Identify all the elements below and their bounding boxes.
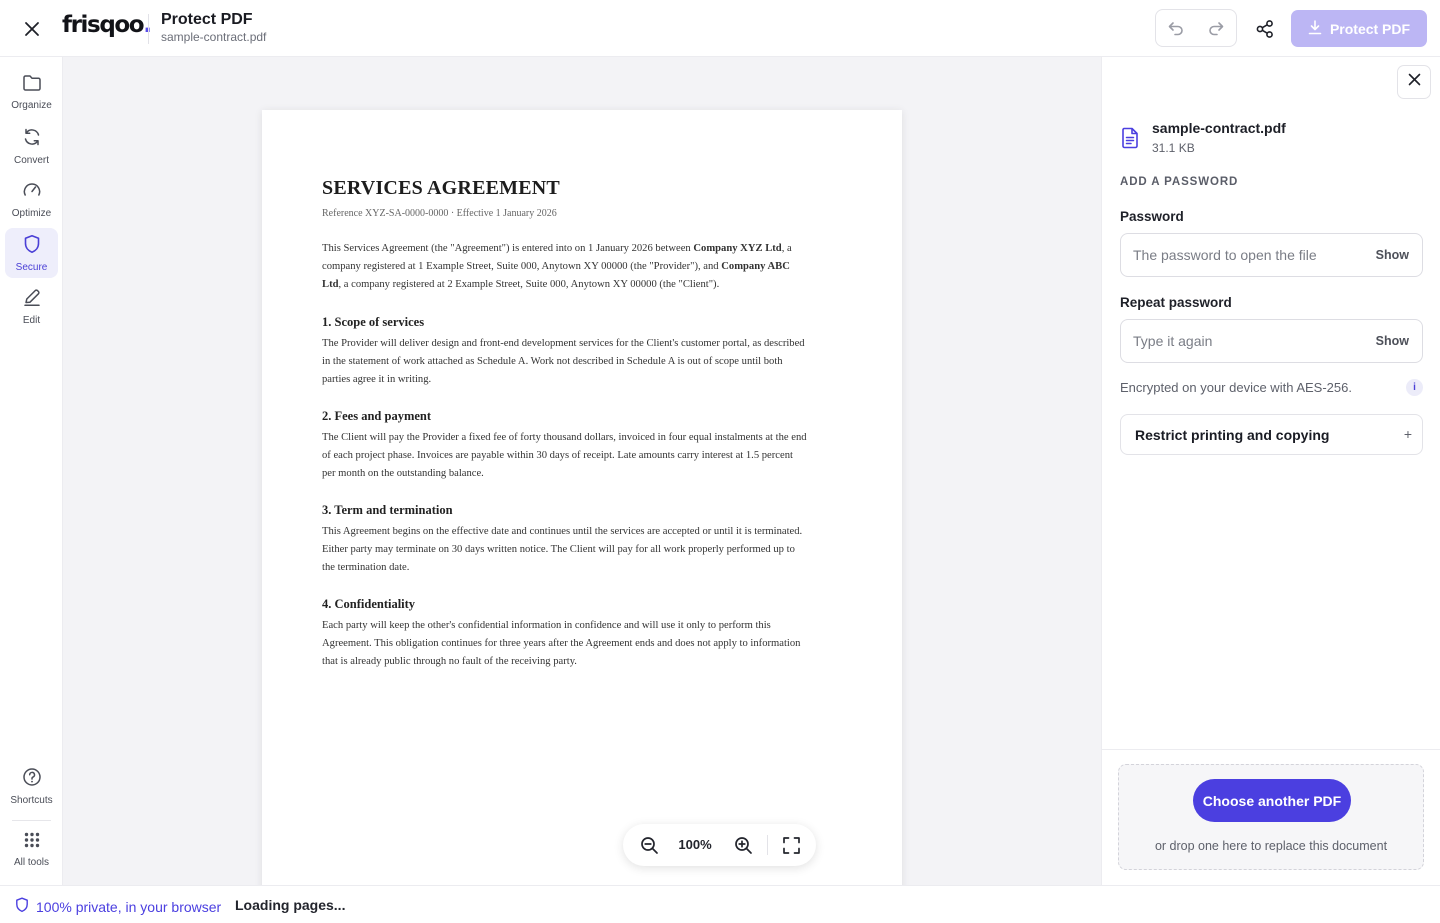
section-heading: 3. Term and termination <box>322 503 453 517</box>
fullscreen-icon[interactable] <box>779 833 803 857</box>
repeat-password-label: Repeat password <box>1120 295 1232 310</box>
protect-panel: sample-contract.pdf 31.1 KB ADD A PASSWO… <box>1101 57 1440 885</box>
zoom-separator <box>767 835 768 855</box>
file-document-icon <box>1120 127 1140 154</box>
section-body: Each party will keep the other's confide… <box>322 620 801 667</box>
rail-item-label: Shortcuts <box>10 794 53 806</box>
zoom-out-icon[interactable] <box>637 833 661 857</box>
repeat-password-input[interactable] <box>1133 320 1363 362</box>
rail-item-label: All tools <box>13 856 49 868</box>
section-heading: 4. Confidentiality <box>322 597 416 611</box>
grid-icon <box>23 831 41 854</box>
section-body: This Agreement begins on the effective d… <box>322 526 803 573</box>
rail-item-label: Optimize <box>11 207 52 219</box>
zoom-in-icon[interactable] <box>731 833 755 857</box>
rail-divider <box>12 820 51 821</box>
logo[interactable]: frisqoo. <box>62 12 152 38</box>
close-panel-button[interactable] <box>1397 65 1431 99</box>
section-title: ADD A PASSWORD <box>1120 176 1239 188</box>
encryption-note: Encrypted on your device with AES-256. <box>1120 380 1352 395</box>
rail-item-optimize[interactable]: Optimize <box>5 174 58 224</box>
info-icon[interactable]: i <box>1406 379 1423 396</box>
rail-item-label: Secure <box>15 261 48 273</box>
rail-item-secure[interactable]: Secure <box>5 228 58 278</box>
shield-icon <box>15 897 29 916</box>
folder-icon <box>22 74 42 97</box>
restrict-label: Restrict printing and copying <box>1135 427 1330 443</box>
top-bar: frisqoo. Protect PDF sample-contract.pdf… <box>0 0 1440 57</box>
rail-item-label: Edit <box>22 314 41 326</box>
shield-icon <box>23 234 41 259</box>
protect-pdf-label: Protect PDF <box>1329 20 1411 37</box>
gauge-icon <box>22 180 42 205</box>
section-heading: 1. Scope of services <box>322 315 425 329</box>
show-password-button[interactable]: Show <box>1376 248 1409 262</box>
rail-item-label: Convert <box>13 154 49 166</box>
intro-line: This Services Agreement (the "Agreement"… <box>322 243 792 254</box>
loading-status: Loading pages... <box>235 897 346 913</box>
password-field: Show <box>1120 233 1423 277</box>
privacy-indicator: 100% private, in your browser <box>15 897 221 916</box>
redo-icon[interactable] <box>1196 10 1236 46</box>
password-label: Password <box>1120 209 1184 224</box>
rail-item-all-tools[interactable]: All tools <box>5 824 58 874</box>
privacy-text: 100% private, in your browser <box>36 898 222 915</box>
close-icon[interactable] <box>18 15 46 43</box>
repeat-password-field: Show <box>1120 319 1423 363</box>
file-size: 31.1 KB <box>1152 141 1195 155</box>
plus-icon: + <box>1403 426 1412 442</box>
section-body: The Provider will deliver design and fro… <box>322 338 805 385</box>
zoom-toolbar: 100% <box>623 824 816 866</box>
choose-another-pdf-button[interactable]: Choose another PDF <box>1193 779 1351 822</box>
title-divider <box>148 14 149 44</box>
rail-item-organize[interactable]: Organize <box>5 67 58 117</box>
drop-zone[interactable]: Choose another PDF or drop one here to r… <box>1118 764 1424 870</box>
close-icon <box>1408 73 1421 91</box>
share-icon[interactable] <box>1250 14 1280 44</box>
document-canvas[interactable]: SERVICES AGREEMENT Reference XYZ-SA-0000… <box>63 57 1101 885</box>
section-body: The Client will pay the Provider a fixed… <box>322 432 807 479</box>
status-bar: 100% private, in your browser Loading pa… <box>0 885 1440 923</box>
pencil-icon <box>22 287 42 312</box>
drop-hint: or drop one here to replace this documen… <box>1154 839 1388 853</box>
rail-item-edit[interactable]: Edit <box>5 281 58 331</box>
document-title: SERVICES AGREEMENT <box>322 177 560 199</box>
refresh-icon <box>22 127 42 152</box>
help-circle-icon <box>22 767 42 792</box>
rail-item-convert[interactable]: Convert <box>5 121 58 171</box>
file-name: sample-contract.pdf <box>1152 120 1286 136</box>
zoom-level[interactable]: 100% <box>673 837 717 852</box>
undo-redo-group <box>1155 9 1237 47</box>
document-reference: Reference XYZ-SA-0000-0000 · Effective 1… <box>322 208 557 219</box>
show-repeat-password-button[interactable]: Show <box>1376 334 1409 348</box>
intro-line: Ltd, a company registered at 2 Example S… <box>322 278 720 290</box>
download-icon <box>1308 19 1322 38</box>
page-title: Protect PDF <box>161 11 253 28</box>
intro-line: company registered at 1 Example Street, … <box>322 260 790 272</box>
section-heading: 2. Fees and payment <box>322 409 432 423</box>
document-intro: This Services Agreement (the "Agreement"… <box>322 240 842 293</box>
password-input[interactable] <box>1133 234 1363 276</box>
file-subtitle: sample-contract.pdf <box>161 30 267 44</box>
panel-divider <box>1102 749 1440 750</box>
undo-icon[interactable] <box>1156 10 1196 46</box>
left-rail: Organize Convert Optimize Secure Edit Sh… <box>0 57 63 885</box>
restrict-printing-toggle[interactable]: Restrict printing and copying + <box>1120 414 1423 455</box>
rail-item-shortcuts[interactable]: Shortcuts <box>5 761 58 811</box>
protect-pdf-button[interactable]: Protect PDF <box>1291 10 1427 47</box>
pdf-page: SERVICES AGREEMENT Reference XYZ-SA-0000… <box>262 110 902 885</box>
rail-item-label: Organize <box>11 99 52 111</box>
